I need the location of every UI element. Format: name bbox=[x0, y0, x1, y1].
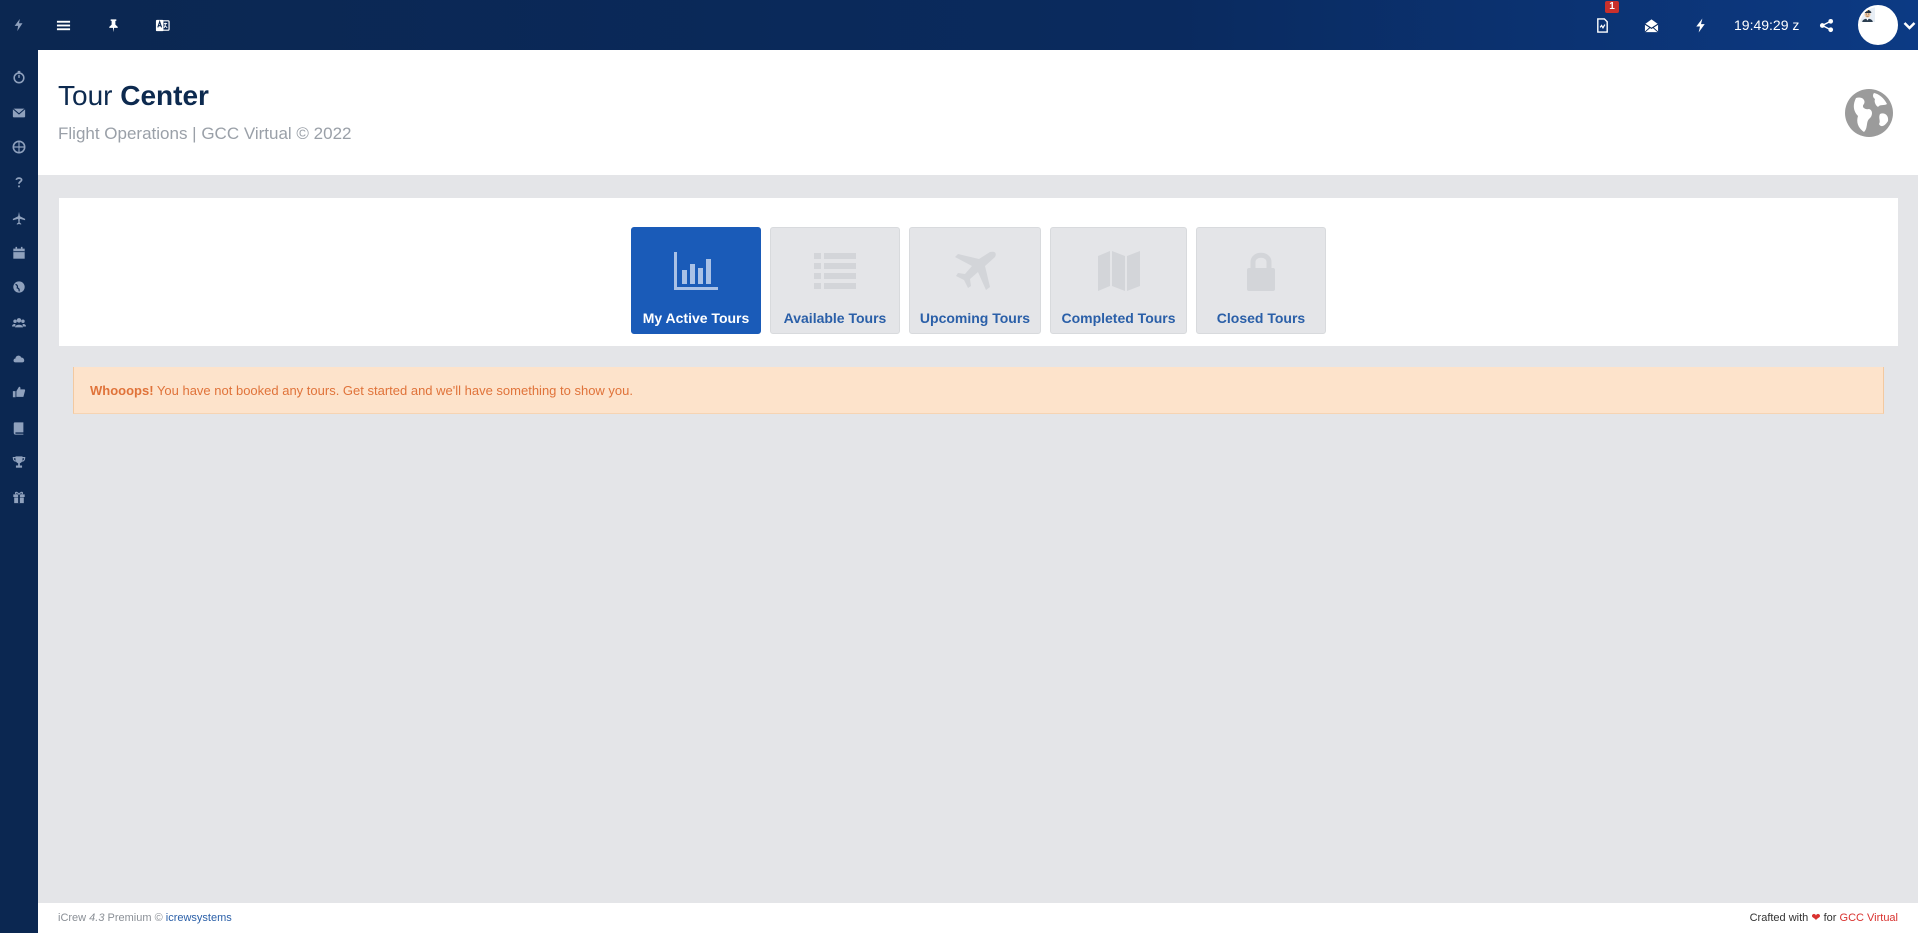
stopwatch-icon[interactable] bbox=[0, 62, 38, 92]
tab-upcoming-tours[interactable]: Upcoming Tours bbox=[909, 227, 1041, 334]
page-header: Tour Center Flight Operations | GCC Virt… bbox=[38, 50, 1918, 175]
logo-bolt-icon[interactable] bbox=[0, 0, 38, 50]
footer-credit: iCrew 4.3 Premium © icrewsystems bbox=[58, 912, 232, 924]
tab-my-active-tours[interactable]: My Active Tours bbox=[631, 227, 761, 334]
bar-chart-icon bbox=[673, 250, 719, 292]
utc-clock: 19:49:29 z bbox=[1734, 17, 1800, 33]
book-icon[interactable] bbox=[0, 413, 38, 443]
translate-icon[interactable] bbox=[145, 0, 179, 50]
trophy-icon[interactable] bbox=[0, 447, 38, 477]
gcc-virtual-link[interactable]: GCC Virtual bbox=[1840, 912, 1898, 924]
notification-badge: 1 bbox=[1605, 1, 1619, 13]
avatar[interactable] bbox=[1858, 5, 1898, 45]
plane-icon[interactable] bbox=[0, 203, 38, 233]
tab-label: Completed Tours bbox=[1061, 310, 1176, 326]
plane-icon bbox=[952, 250, 998, 292]
gift-icon[interactable] bbox=[0, 482, 38, 512]
list-icon bbox=[812, 250, 858, 292]
tab-label: Closed Tours bbox=[1216, 310, 1306, 326]
globe-icon bbox=[1845, 89, 1893, 137]
page-title: Tour Center bbox=[58, 80, 209, 111]
menu-icon[interactable] bbox=[46, 0, 80, 50]
tab-closed-tours[interactable]: Closed Tours bbox=[1196, 227, 1326, 334]
topbar: 1 19:49:29 z bbox=[38, 0, 1918, 50]
alert-strong: Whooops! bbox=[90, 383, 154, 398]
no-tours-alert: Whooops! You have not booked any tours. … bbox=[73, 367, 1884, 414]
map-icon bbox=[1096, 250, 1142, 292]
alert-message: You have not booked any tours. Get start… bbox=[153, 383, 634, 398]
page-subtitle: Flight Operations | GCC Virtual © 2022 bbox=[58, 124, 352, 143]
tab-completed-tours[interactable]: Completed Tours bbox=[1050, 227, 1187, 334]
footer: iCrew 4.3 Premium © icrewsystems Crafted… bbox=[38, 903, 1918, 933]
globe-icon[interactable] bbox=[0, 132, 38, 162]
tab-label: Available Tours bbox=[783, 310, 887, 326]
calendar-icon[interactable] bbox=[0, 238, 38, 268]
chevron-down-icon[interactable] bbox=[1902, 18, 1917, 33]
tab-available-tours[interactable]: Available Tours bbox=[770, 227, 900, 334]
share-icon[interactable] bbox=[1809, 0, 1843, 50]
cloud-icon[interactable] bbox=[0, 343, 38, 373]
envelope-icon[interactable] bbox=[0, 98, 38, 128]
tour-tabs-panel: My Active Tours Available Tours Upcoming… bbox=[59, 198, 1898, 346]
heart-icon: ❤ bbox=[1811, 912, 1821, 924]
thumbs-up-icon[interactable] bbox=[0, 377, 38, 407]
sidebar bbox=[0, 0, 38, 933]
world-icon[interactable] bbox=[0, 272, 38, 302]
footer-crafted: Crafted with ❤ for GCC Virtual bbox=[1749, 912, 1898, 924]
pin-icon[interactable] bbox=[96, 0, 130, 50]
tab-label: Upcoming Tours bbox=[919, 310, 1031, 326]
mail-open-icon[interactable] bbox=[1634, 0, 1668, 50]
lock-icon bbox=[1238, 250, 1284, 292]
users-icon[interactable] bbox=[0, 308, 38, 338]
icrewsystems-link[interactable]: icrewsystems bbox=[166, 912, 232, 924]
tab-label: My Active Tours bbox=[642, 310, 750, 326]
bolt-icon[interactable] bbox=[1683, 0, 1717, 50]
question-icon[interactable] bbox=[0, 167, 38, 197]
document-icon[interactable]: 1 bbox=[1585, 0, 1619, 50]
